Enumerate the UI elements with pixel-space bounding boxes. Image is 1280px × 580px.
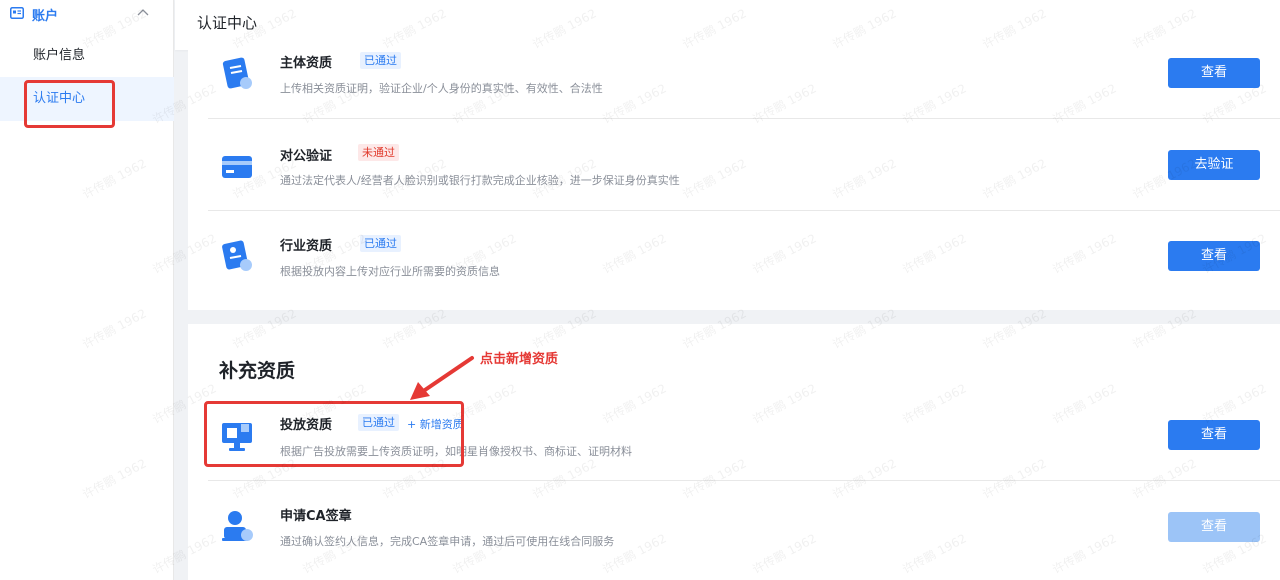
cert-name: 行业资质 — [280, 239, 333, 254]
cert-row-corporate: 对公验证 未通过 通过法定代表人/经营者人脸识别或银行打款完成企业核验，进一步保… — [208, 119, 1280, 211]
chevron-up-icon[interactable] — [137, 8, 149, 16]
cert-desc: 上传相关资质证明，验证企业/个人身份的真实性、有效性、合法性 — [280, 82, 603, 95]
cert-desc: 通过确认签约人信息，完成CA签章申请，通过后可使用在线合同服务 — [280, 535, 615, 548]
status-badge: 未通过 — [358, 144, 399, 161]
page-header: 认证中心 — [175, 0, 1280, 50]
annotation-arrow-icon — [410, 356, 474, 400]
cert-row-ca: 申请CA签章 通过确认签约人信息，完成CA签章申请，通过后可使用在线合同服务 查… — [208, 481, 1280, 580]
view-button[interactable]: 查看 — [1168, 58, 1260, 88]
sidebar: 账户 账户信息 认证中心 — [0, 0, 174, 580]
cert-desc: 通过法定代表人/经营者人脸识别或银行打款完成企业核验，进一步保证身份真实性 — [280, 174, 680, 187]
cert-name: 主体资质 — [280, 56, 333, 71]
view-button-disabled[interactable]: 查看 — [1168, 512, 1260, 542]
cert-name: 申请CA签章 — [280, 509, 352, 524]
id-card-icon — [222, 240, 252, 271]
sidebar-item-account-info[interactable]: 账户信息 — [0, 34, 174, 78]
status-badge: 已通过 — [360, 52, 401, 69]
sidebar-group-label: 账户 — [32, 9, 59, 24]
account-card-icon — [10, 7, 24, 19]
annotation-highlight-box — [204, 401, 464, 467]
document-icon — [222, 57, 252, 89]
view-button[interactable]: 查看 — [1168, 420, 1260, 450]
status-badge: 已通过 — [360, 235, 401, 252]
view-button[interactable]: 查看 — [1168, 241, 1260, 271]
basic-cert-card: 主体资质 已通过 上传相关资质证明，验证企业/个人身份的真实性、有效性、合法性 … — [188, 50, 1280, 310]
bank-card-icon — [222, 156, 252, 178]
cert-desc: 根据投放内容上传对应行业所需要的资质信息 — [280, 265, 500, 278]
section-title: 补充资质 — [219, 360, 296, 382]
sidebar-group-account[interactable]: 账户 — [0, 0, 174, 30]
annotation-label: 点击新增资质 — [480, 352, 559, 367]
cert-row-industry: 行业资质 已通过 根据投放内容上传对应行业所需要的资质信息 查看 — [208, 211, 1280, 303]
cert-row-entity: 主体资质 已通过 上传相关资质证明，验证企业/个人身份的真实性、有效性、合法性 … — [208, 50, 1280, 119]
annotation-highlight-box — [24, 80, 115, 128]
page-title: 认证中心 — [197, 14, 258, 32]
seal-icon — [222, 511, 253, 541]
verify-button[interactable]: 去验证 — [1168, 150, 1260, 180]
cert-name: 对公验证 — [280, 149, 333, 164]
